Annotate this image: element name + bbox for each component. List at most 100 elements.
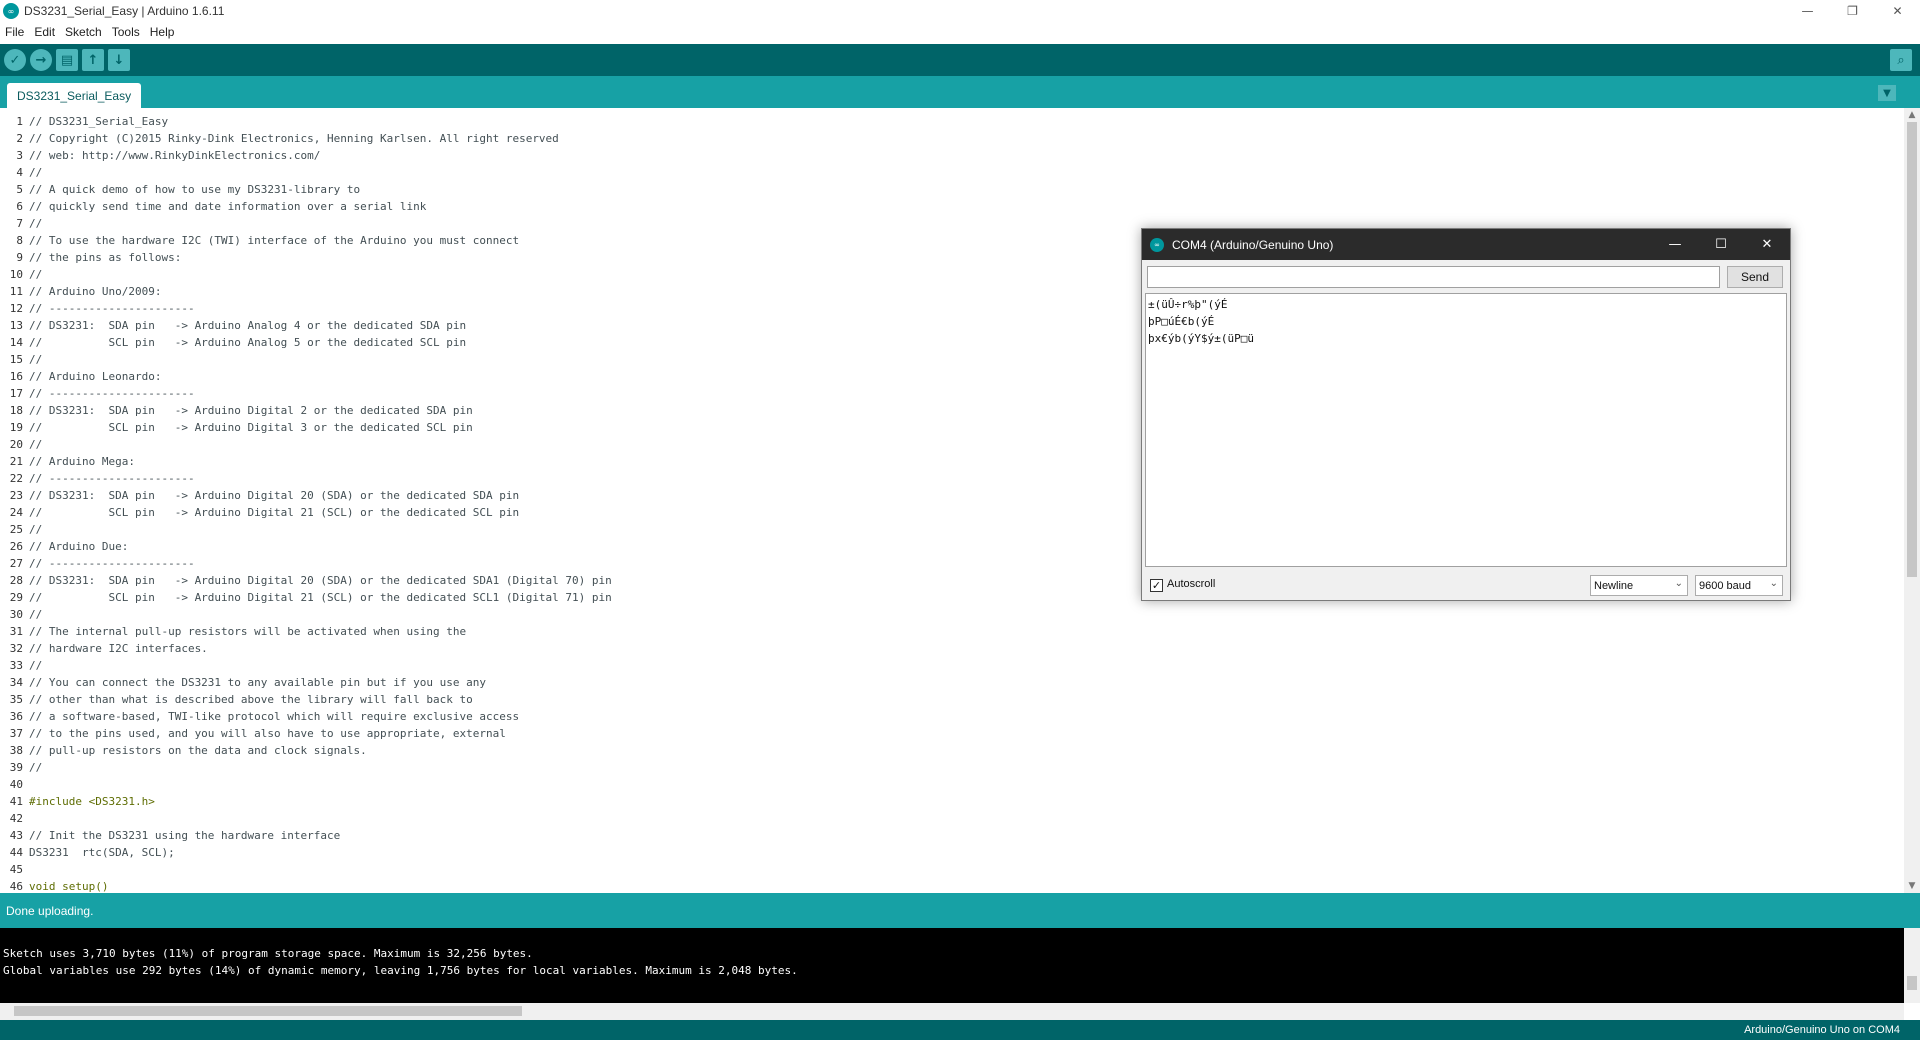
- tab-bar: DS3231_Serial_Easy ▼: [0, 76, 1920, 108]
- line-number: 46: [9, 880, 23, 893]
- serial-minimize-button[interactable]: —: [1652, 229, 1698, 260]
- line-number: 5: [16, 183, 23, 196]
- menu-edit[interactable]: Edit: [29, 25, 60, 39]
- line-ending-select[interactable]: Newline ⌄: [1590, 575, 1688, 596]
- code-line[interactable]: // quickly send time and date informatio…: [29, 198, 1904, 215]
- scrollbar-thumb[interactable]: [1907, 122, 1917, 577]
- line-number: 22: [9, 472, 23, 485]
- serial-close-button[interactable]: ✕: [1744, 229, 1790, 260]
- code-line[interactable]: DS3231 rtc(SDA, SCL);: [29, 844, 1904, 861]
- code-line[interactable]: // other than what is described above th…: [29, 691, 1904, 708]
- send-button[interactable]: Send: [1727, 266, 1783, 288]
- serial-monitor-titlebar: ∞ COM4 (Arduino/Genuino Uno) — ☐ ✕: [1142, 229, 1790, 260]
- horizontal-scrollbar[interactable]: [0, 1003, 1904, 1020]
- console-scrollbar[interactable]: [1904, 928, 1920, 1003]
- chevron-down-icon: ⌄: [1769, 578, 1778, 589]
- line-number: 15: [9, 353, 23, 366]
- code-line[interactable]: [29, 861, 1904, 878]
- code-line[interactable]: // hardware I2C interfaces.: [29, 640, 1904, 657]
- code-line[interactable]: [29, 776, 1904, 793]
- code-line[interactable]: // The internal pull-up resistors will b…: [29, 623, 1904, 640]
- scroll-down-icon[interactable]: ▼: [1904, 879, 1920, 893]
- code-line[interactable]: // A quick demo of how to use my DS3231-…: [29, 181, 1904, 198]
- scroll-up-icon[interactable]: ▲: [1904, 108, 1920, 122]
- new-button[interactable]: ▤: [56, 49, 78, 71]
- upload-button[interactable]: →: [30, 49, 52, 71]
- code-line[interactable]: //: [29, 164, 1904, 181]
- code-line[interactable]: //: [29, 606, 1904, 623]
- code-line[interactable]: void setup(): [29, 878, 1904, 893]
- code-line[interactable]: // DS3231_Serial_Easy: [29, 113, 1904, 130]
- menu-help[interactable]: Help: [145, 25, 180, 39]
- code-line[interactable]: //: [29, 657, 1904, 674]
- code-line[interactable]: // a software-based, TWI-like protocol w…: [29, 708, 1904, 725]
- window-title: DS3231_Serial_Easy | Arduino 1.6.11: [24, 4, 225, 18]
- checkmark-icon: ✓: [9, 52, 21, 68]
- line-number: 43: [9, 829, 23, 842]
- serial-send-input[interactable]: [1147, 266, 1720, 288]
- code-line[interactable]: // to the pins used, and you will also h…: [29, 725, 1904, 742]
- code-line[interactable]: // Copyright (C)2015 Rinky-Dink Electron…: [29, 130, 1904, 147]
- code-line[interactable]: //: [29, 759, 1904, 776]
- line-number: 3: [16, 149, 23, 162]
- line-number: 40: [9, 778, 23, 791]
- serial-monitor-button[interactable]: ⌕: [1890, 49, 1912, 71]
- line-number: 21: [9, 455, 23, 468]
- tab-menu-button[interactable]: ▼: [1878, 85, 1896, 101]
- console-output[interactable]: Sketch uses 3,710 bytes (11%) of program…: [0, 928, 1904, 1003]
- baud-rate-select[interactable]: 9600 baud ⌄: [1695, 575, 1783, 596]
- serial-maximize-button[interactable]: ☐: [1698, 229, 1744, 260]
- code-line[interactable]: #include <DS3231.h>: [29, 793, 1904, 810]
- line-number: 37: [9, 727, 23, 740]
- maximize-button[interactable]: ❐: [1830, 0, 1875, 22]
- close-button[interactable]: ✕: [1875, 0, 1920, 22]
- line-number: 18: [9, 404, 23, 417]
- line-number: 13: [9, 319, 23, 332]
- scrollbar-thumb[interactable]: [1907, 976, 1917, 990]
- line-number: 6: [16, 200, 23, 213]
- verify-button[interactable]: ✓: [4, 49, 26, 71]
- code-line[interactable]: // web: http://www.RinkyDinkElectronics.…: [29, 147, 1904, 164]
- arrow-down-icon: ↓: [113, 52, 125, 68]
- code-line[interactable]: // pull-up resistors on the data and clo…: [29, 742, 1904, 759]
- line-number: 36: [9, 710, 23, 723]
- line-number: 24: [9, 506, 23, 519]
- window-titlebar: ∞ DS3231_Serial_Easy | Arduino 1.6.11 — …: [0, 0, 1920, 22]
- line-number: 30: [9, 608, 23, 621]
- arduino-logo-icon: ∞: [3, 3, 19, 19]
- open-button[interactable]: ↑: [82, 49, 104, 71]
- line-number: 20: [9, 438, 23, 451]
- scrollbar-thumb[interactable]: [14, 1006, 522, 1016]
- serial-monitor-footer: ✓ Autoscroll Newline ⌄ 9600 baud ⌄: [1142, 571, 1790, 600]
- autoscroll-checkbox[interactable]: ✓: [1150, 579, 1163, 592]
- code-line[interactable]: // Init the DS3231 using the hardware in…: [29, 827, 1904, 844]
- save-button[interactable]: ↓: [108, 49, 130, 71]
- console-line: Sketch uses 3,710 bytes (11%) of program…: [3, 947, 533, 960]
- serial-output-area[interactable]: ±(üÛ÷r%þ"(ýÉ þP□úÉ€b(ýÉ þx€ýb(ýY$ý±(üP□ü: [1145, 293, 1787, 567]
- arduino-logo-icon: ∞: [1150, 237, 1164, 252]
- line-number: 4: [16, 166, 23, 179]
- line-number: 39: [9, 761, 23, 774]
- tab-sketch[interactable]: DS3231_Serial_Easy: [7, 83, 142, 108]
- line-number: 23: [9, 489, 23, 502]
- serial-monitor-window: ∞ COM4 (Arduino/Genuino Uno) — ☐ ✕ Send …: [1141, 228, 1791, 601]
- serial-output-line: þP□úÉ€b(ýÉ: [1148, 315, 1215, 328]
- magnifier-icon: ⌕: [1897, 52, 1905, 68]
- minimize-button[interactable]: —: [1785, 0, 1830, 22]
- arrow-right-icon: →: [35, 52, 47, 68]
- menu-sketch[interactable]: Sketch: [60, 25, 107, 39]
- code-line[interactable]: [29, 810, 1904, 827]
- line-number: 45: [9, 863, 23, 876]
- menu-tools[interactable]: Tools: [107, 25, 145, 39]
- line-number: 42: [9, 812, 23, 825]
- line-number: 9: [16, 251, 23, 264]
- menu-file[interactable]: File: [0, 25, 29, 39]
- line-number: 8: [16, 234, 23, 247]
- editor-scrollbar[interactable]: ▲ ▼: [1904, 108, 1920, 893]
- toolbar: ✓ → ▤ ↑ ↓ ⌕: [0, 44, 1920, 76]
- code-line[interactable]: // You can connect the DS3231 to any ava…: [29, 674, 1904, 691]
- line-number: 2: [16, 132, 23, 145]
- line-number: 1: [16, 115, 23, 128]
- serial-output-line: þx€ýb(ýY$ý±(üP□ü: [1148, 332, 1254, 345]
- serial-monitor-title: COM4 (Arduino/Genuino Uno): [1172, 237, 1334, 252]
